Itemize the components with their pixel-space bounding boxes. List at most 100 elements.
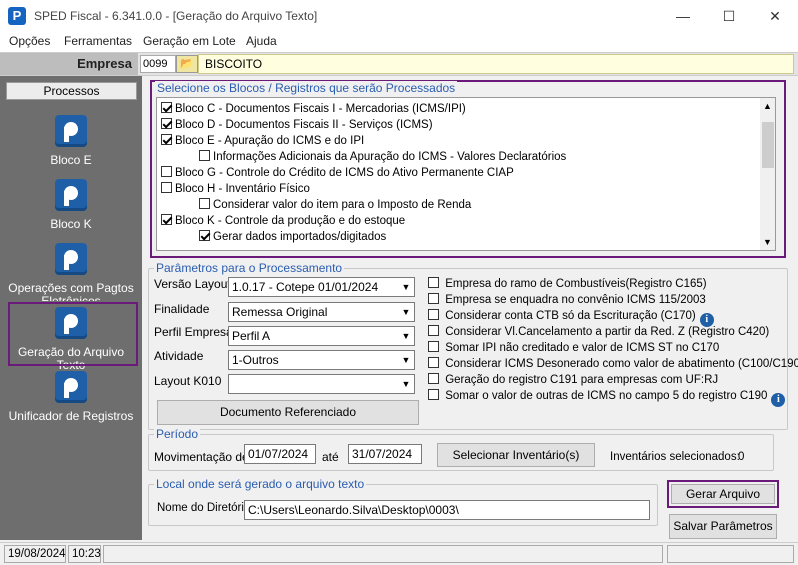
sidebar-item-label: Operações com Pagtos Eletrônicos: [8, 281, 134, 302]
tree-item-label: Bloco E - Apuração do ICMS e do IPI: [175, 135, 365, 147]
info-icon[interactable]: i: [771, 393, 786, 407]
option-label: Geração do registro C191 para empresas c…: [445, 374, 719, 386]
folder-open-icon[interactable]: 📂: [176, 55, 198, 73]
maximize-icon[interactable]: ☐: [706, 0, 752, 32]
scroll-up-icon[interactable]: ▲: [763, 101, 772, 111]
sped-logo-icon: [55, 179, 87, 211]
tree-item-bloco-d[interactable]: Bloco D - Documentos Fiscais II - Serviç…: [161, 117, 433, 133]
checkbox[interactable]: [161, 182, 172, 193]
menu-opcoes[interactable]: Opções: [9, 34, 50, 48]
k010-select[interactable]: ▼: [228, 374, 415, 394]
option-combustiveis[interactable]: Empresa do ramo de Combustíveis(Registro…: [428, 277, 707, 290]
tree-item-bloco-g[interactable]: Bloco G - Controle do Crédito de ICMS do…: [161, 165, 514, 181]
chevron-down-icon: ▼: [401, 282, 411, 292]
close-icon[interactable]: ✕: [752, 0, 798, 32]
tree-item-label: Bloco C - Documentos Fiscais I - Mercado…: [175, 103, 466, 115]
empresa-label: Empresa: [0, 53, 138, 75]
diretorio-label: Nome do Diretório: [157, 502, 251, 514]
tree-item-dados-importados[interactable]: Gerar dados importados/digitados: [199, 229, 386, 245]
perfil-select[interactable]: Perfil A ▼: [228, 326, 415, 346]
tree-item-bloco-h[interactable]: Bloco H - Inventário Físico: [161, 181, 310, 197]
selecionar-inventario-button[interactable]: Selecionar Inventário(s): [437, 443, 595, 467]
perfil-value: Perfil A: [232, 329, 271, 343]
sidebar-item-bloco-k[interactable]: Bloco K: [4, 179, 138, 241]
gerar-arquivo-button[interactable]: Gerar Arquivo: [671, 484, 775, 504]
checkbox[interactable]: [161, 118, 172, 129]
option-label: Considerar conta CTB só da Escrituração …: [445, 310, 696, 322]
option-cancelamento-red-z[interactable]: Considerar Vl.Cancelamento a partir da R…: [428, 325, 769, 338]
checkbox[interactable]: [428, 309, 439, 320]
chevron-down-icon: ▼: [401, 379, 411, 389]
checkbox[interactable]: [428, 389, 439, 400]
menu-ferramentas[interactable]: Ferramentas: [64, 34, 132, 48]
checkbox[interactable]: [199, 198, 210, 209]
scroll-down-icon[interactable]: ▼: [763, 237, 772, 247]
checkbox[interactable]: [161, 102, 172, 113]
params-group-title: Parâmetros para o Processamento: [154, 261, 345, 275]
sped-logo-icon: [55, 115, 87, 147]
atividade-select[interactable]: 1-Outros ▼: [228, 350, 415, 370]
checkbox[interactable]: [199, 150, 210, 161]
option-somar-ipi[interactable]: Somar IPI não creditado e valor de ICMS …: [428, 341, 719, 354]
checkbox[interactable]: [428, 373, 439, 384]
chevron-down-icon: ▼: [401, 307, 411, 317]
checkbox[interactable]: [161, 134, 172, 145]
checkbox[interactable]: [428, 293, 439, 304]
option-convenio-115[interactable]: Empresa se enquadra no convênio ICMS 115…: [428, 293, 706, 306]
option-label: Considerar ICMS Desonerado como valor de…: [445, 358, 798, 370]
chevron-down-icon: ▼: [401, 355, 411, 365]
tree-item-bloco-e[interactable]: Bloco E - Apuração do ICMS e do IPI: [161, 133, 364, 149]
menu-geracao-lote[interactable]: Geração em Lote: [143, 34, 236, 48]
versao-select[interactable]: 1.0.17 - Cotepe 01/01/2024 ▼: [228, 277, 415, 297]
chevron-down-icon: ▼: [401, 331, 411, 341]
empresa-code-field[interactable]: 0099: [140, 55, 176, 73]
checkbox[interactable]: [428, 357, 439, 368]
finalidade-value: Remessa Original: [232, 305, 328, 319]
finalidade-label: Finalidade: [154, 302, 210, 316]
blocks-scrollbar[interactable]: [760, 98, 775, 250]
checkbox[interactable]: [199, 230, 210, 241]
checkbox[interactable]: [161, 166, 172, 177]
checkbox[interactable]: [428, 325, 439, 336]
periodo-end-input[interactable]: 31/07/2024: [348, 444, 422, 464]
tree-item-label: Bloco H - Inventário Físico: [175, 183, 310, 195]
status-date: 19/08/2024: [4, 545, 66, 563]
app-icon: P: [8, 7, 26, 25]
movimentacao-label: Movimentação de: [154, 450, 249, 464]
periodo-group-title: Período: [154, 427, 201, 441]
tree-item-bloco-k[interactable]: Bloco K - Controle da produção e do esto…: [161, 213, 405, 229]
option-label: Somar IPI não creditado e valor de ICMS …: [445, 342, 720, 354]
tree-item-bloco-c[interactable]: Bloco C - Documentos Fiscais I - Mercado…: [161, 101, 466, 117]
tree-item-label: Informações Adicionais da Apuração do IC…: [213, 151, 567, 163]
option-label: Empresa se enquadra no convênio ICMS 115…: [445, 294, 706, 306]
sidebar-item-bloco-e[interactable]: Bloco E: [4, 115, 138, 177]
option-c191-rj[interactable]: Geração do registro C191 para empresas c…: [428, 373, 718, 386]
tree-item-label: Bloco G - Controle do Crédito de ICMS do…: [175, 167, 514, 179]
option-label: Considerar Vl.Cancelamento a partir da R…: [445, 326, 770, 338]
tree-item-valor-ir[interactable]: Considerar valor do item para o Imposto …: [199, 197, 471, 213]
checkbox[interactable]: [161, 214, 172, 225]
checkbox[interactable]: [428, 341, 439, 352]
option-icms-desonerado[interactable]: Considerar ICMS Desonerado como valor de…: [428, 357, 798, 370]
blocks-group-title: Selecione os Blocos / Registros que serã…: [155, 81, 458, 95]
sidebar-item-pagtos-eletronicos[interactable]: Operações com Pagtos Eletrônicos: [4, 243, 138, 301]
salvar-parametros-button[interactable]: Salvar Parâmetros: [669, 514, 777, 539]
sidebar-item-unificador[interactable]: Unificador de Registros: [4, 371, 138, 433]
minimize-icon[interactable]: —: [660, 0, 706, 32]
diretorio-input[interactable]: C:\Users\Leonardo.Silva\Desktop\0003\: [244, 500, 650, 520]
documento-referenciado-button[interactable]: Documento Referenciado: [157, 400, 419, 425]
option-label: Empresa do ramo de Combustíveis(Registro…: [445, 278, 707, 290]
option-outras-icms-c190[interactable]: Somar o valor de outras de ICMS no campo…: [428, 389, 786, 407]
window-title: SPED Fiscal - 6.341.0.0 - [Geração do Ar…: [34, 9, 318, 23]
empresa-name-field: BISCOITO: [198, 54, 794, 74]
tree-item-info-adicionais[interactable]: Informações Adicionais da Apuração do IC…: [199, 149, 566, 165]
option-label: Somar o valor de outras de ICMS no campo…: [445, 390, 768, 402]
periodo-start-input[interactable]: 01/07/2024: [244, 444, 316, 464]
finalidade-select[interactable]: Remessa Original ▼: [228, 302, 415, 322]
checkbox[interactable]: [428, 277, 439, 288]
blocks-scroll-thumb[interactable]: [762, 122, 774, 168]
menu-ajuda[interactable]: Ajuda: [246, 34, 277, 48]
sped-logo-icon: [55, 243, 87, 275]
tree-item-label: Considerar valor do item para o Imposto …: [213, 199, 472, 211]
atividade-label: Atividade: [154, 349, 204, 363]
